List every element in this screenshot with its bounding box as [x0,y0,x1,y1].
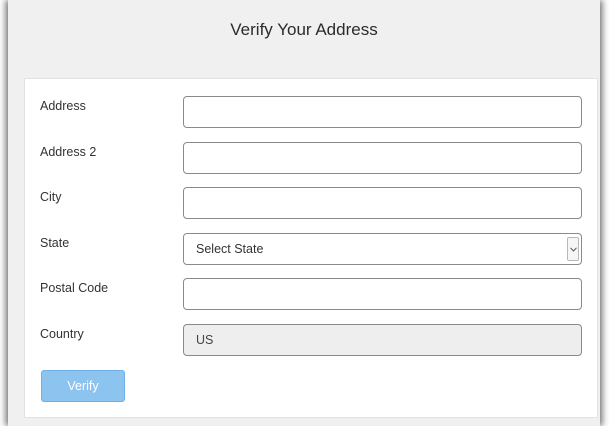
dialog-title: Verify Your Address [230,20,378,39]
state-label: State [40,236,70,250]
state-select[interactable]: Select State [183,233,582,265]
address2-input[interactable] [183,142,582,174]
country-row: Country [25,324,597,356]
address-label: Address [40,99,86,113]
country-input [183,324,582,356]
address-form: Address Address 2 City State Select Stat… [24,78,598,418]
address-input[interactable] [183,96,582,128]
postal-code-row: Postal Code [25,278,597,310]
chevron-down-icon[interactable] [567,237,579,261]
state-selected-value: Select State [196,242,264,256]
address2-row: Address 2 [25,142,597,174]
city-row: City [25,187,597,219]
postal-code-input[interactable] [183,278,582,310]
country-label: Country [40,327,84,341]
postal-code-label: Postal Code [40,281,109,295]
city-label: City [40,190,62,204]
state-row: State Select State [25,233,597,265]
verify-address-dialog: Verify Your Address Address Address 2 Ci… [8,0,600,426]
address-row: Address [25,96,597,128]
address2-label: Address 2 [40,145,97,159]
verify-button[interactable]: Verify [41,370,125,402]
city-input[interactable] [183,187,582,219]
